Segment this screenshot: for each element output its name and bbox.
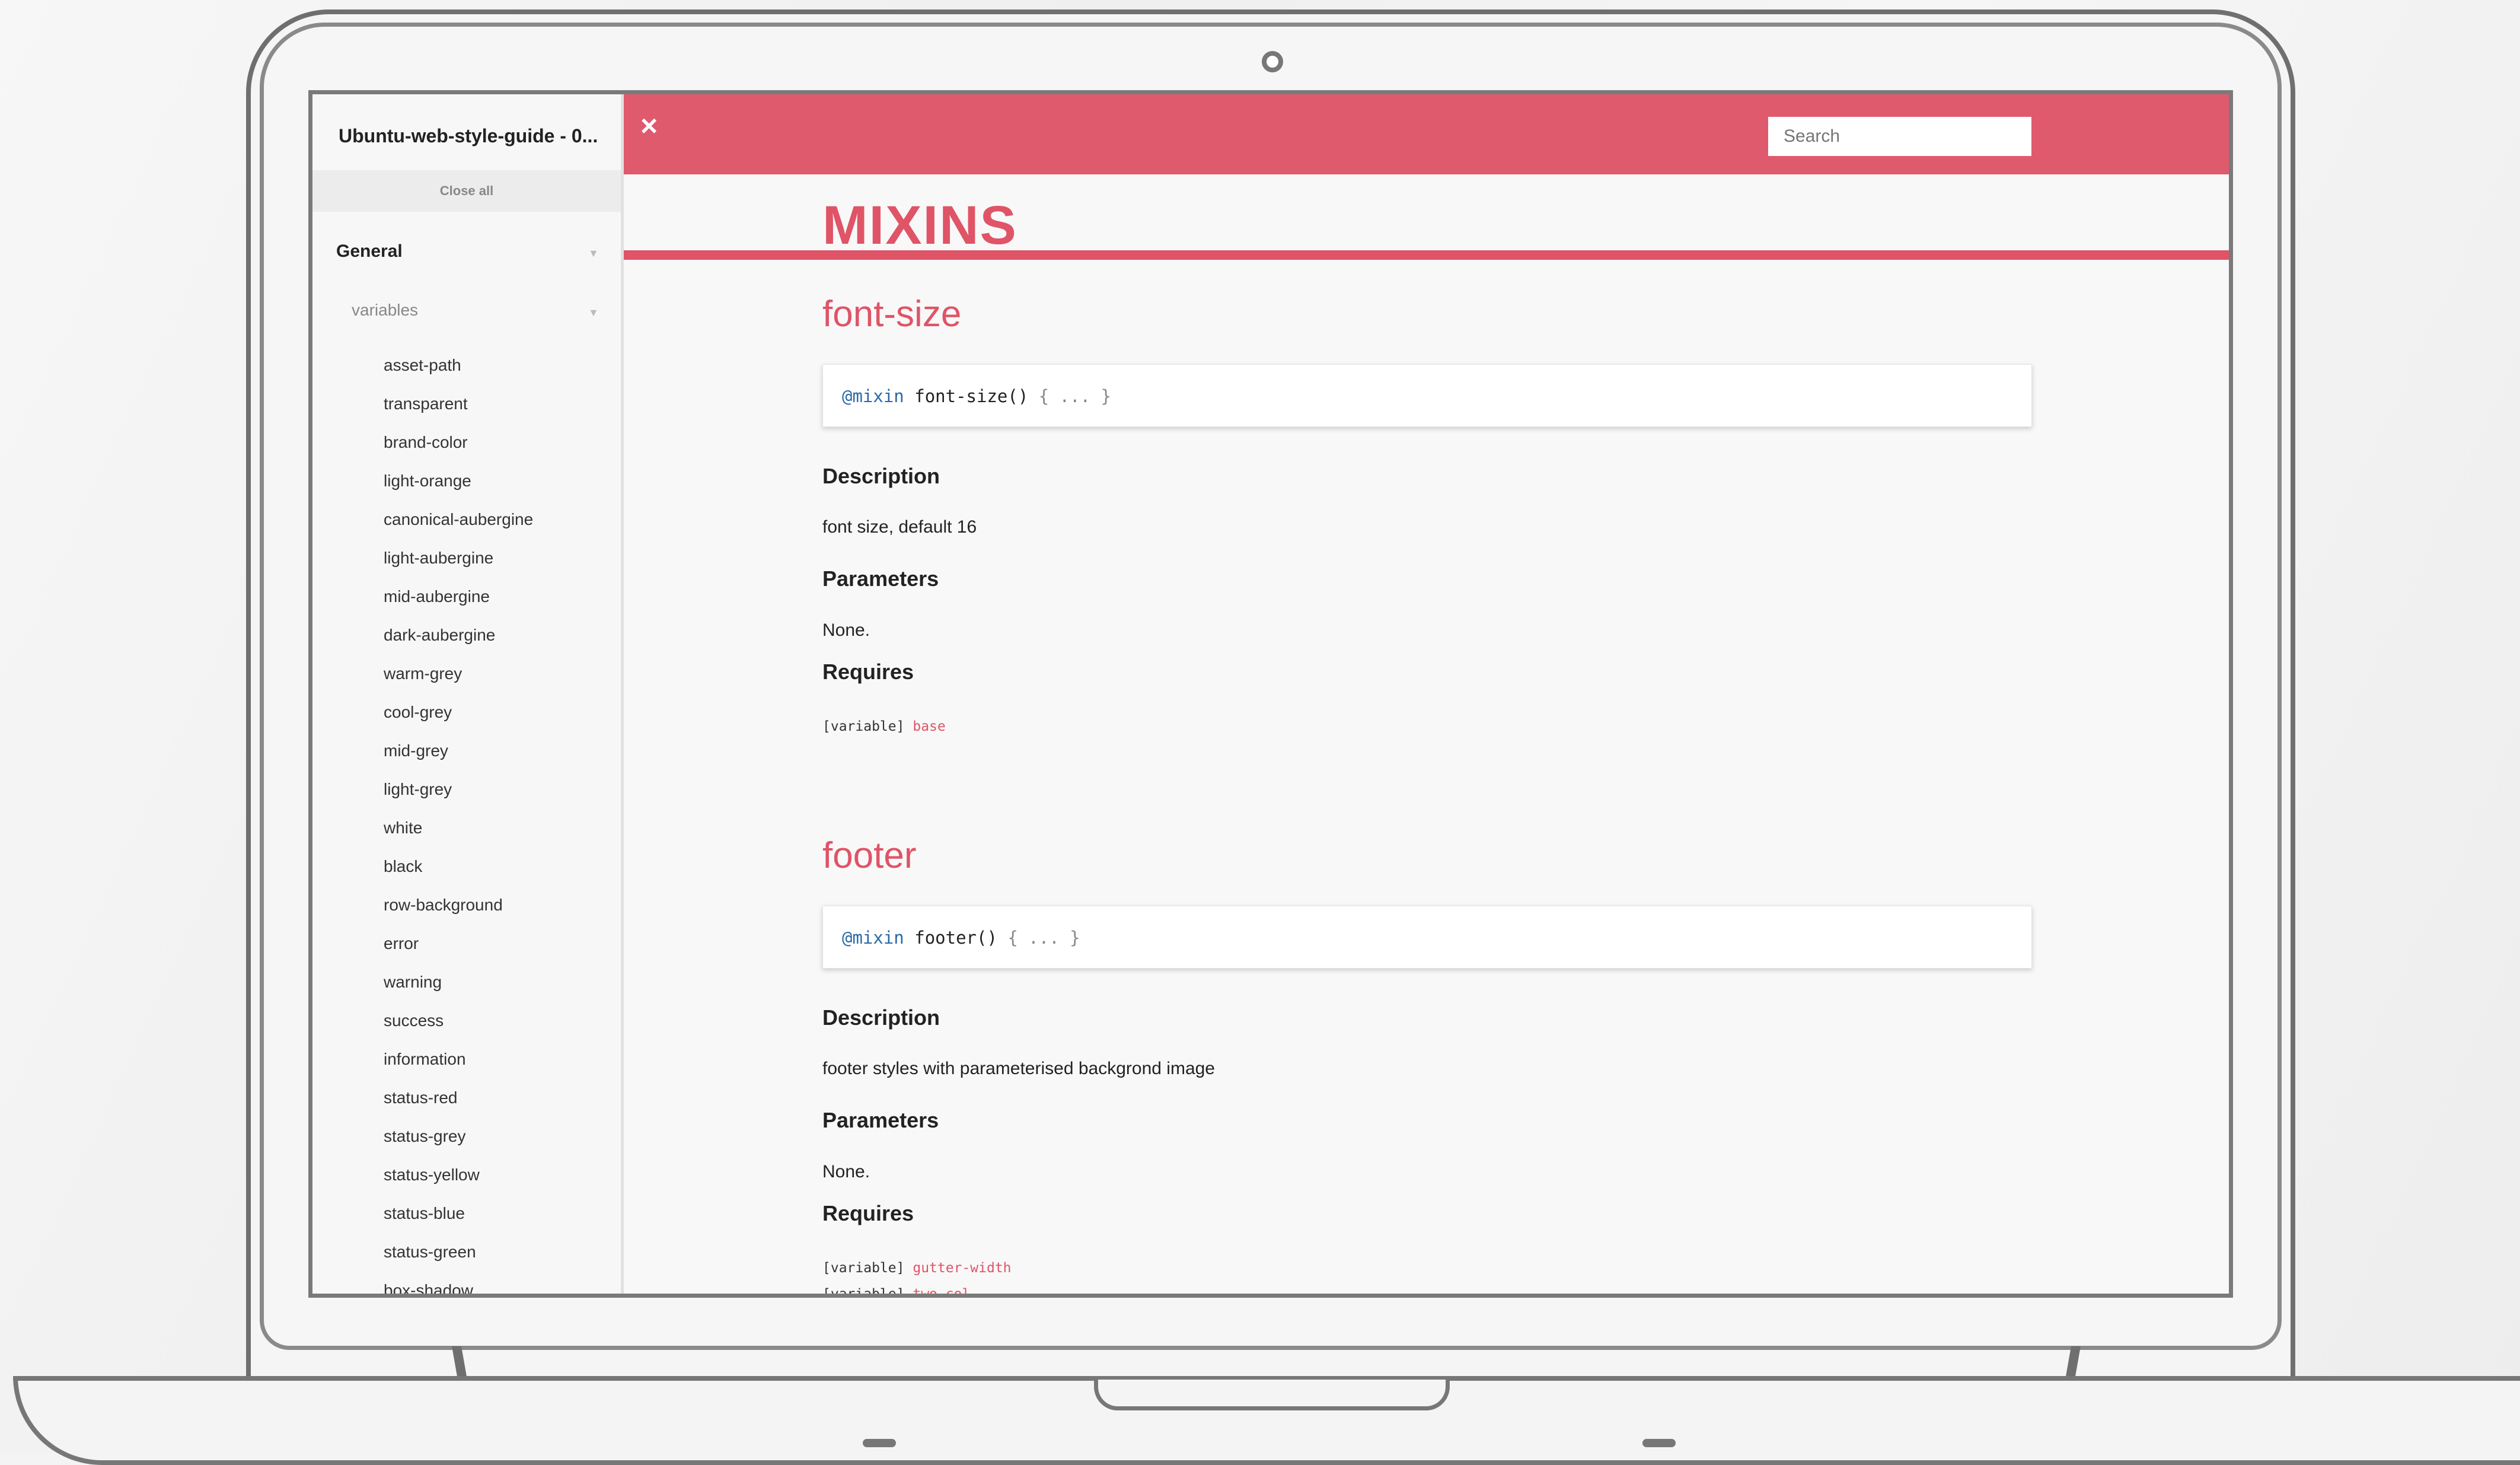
sidebar-item[interactable]: status-red	[384, 1089, 533, 1128]
code-body: { ... }	[1038, 386, 1111, 406]
laptop-foot-left	[863, 1439, 896, 1447]
mixin-title[interactable]: font-size	[822, 293, 961, 335]
sidebar-item[interactable]: canonical-aubergine	[384, 511, 533, 549]
description-heading: Description	[822, 1005, 940, 1030]
sidebar-item[interactable]: mid-grey	[384, 742, 533, 781]
code-block: @mixin footer() { ... }	[822, 906, 2032, 969]
code-signature: font-size()	[914, 386, 1029, 406]
requires-link[interactable]: two-col	[913, 1286, 970, 1294]
requires-type: [variable]	[822, 719, 905, 734]
requires-item: [variable] base	[822, 719, 946, 734]
laptop-foot-right	[1642, 1439, 1676, 1447]
sidebar-variable-list: asset-path transparent brand-color light…	[384, 356, 533, 1294]
sidebar-item[interactable]: light-grey	[384, 781, 533, 819]
screen: Ubuntu-web-style-guide - 0... Close all …	[308, 90, 2233, 1298]
top-bar: ×	[624, 94, 2229, 174]
sidebar-item[interactable]: brand-color	[384, 434, 533, 472]
sidebar: Ubuntu-web-style-guide - 0... Close all …	[312, 94, 624, 1294]
sidebar-subgroup-variables[interactable]: variables	[352, 301, 418, 320]
sidebar-item[interactable]: box-shadow	[384, 1282, 533, 1294]
sidebar-item[interactable]: cool-grey	[384, 703, 533, 742]
title-divider	[624, 250, 2229, 260]
requires-item: [variable] gutter-width	[822, 1260, 1012, 1276]
requires-link[interactable]: gutter-width	[913, 1260, 1011, 1276]
requires-type: [variable]	[822, 1286, 905, 1298]
sidebar-item[interactable]: status-green	[384, 1243, 533, 1282]
sidebar-item[interactable]: error	[384, 935, 533, 973]
code-block: @mixin font-size() { ... }	[822, 364, 2032, 427]
sidebar-item[interactable]: warm-grey	[384, 665, 533, 703]
sidebar-item[interactable]: status-grey	[384, 1128, 533, 1166]
camera-icon	[1262, 51, 1283, 72]
sidebar-item[interactable]: warning	[384, 973, 533, 1012]
code-signature: footer()	[914, 928, 997, 948]
description-text: footer styles with parameterised backgro…	[822, 1059, 1215, 1078]
page-title: MIXINS	[822, 198, 1017, 248]
requires-item: [variable] two-col	[822, 1286, 970, 1298]
parameters-heading: Parameters	[822, 566, 939, 591]
close-all-button[interactable]: Close all	[312, 170, 621, 212]
sidebar-item[interactable]: light-orange	[384, 472, 533, 511]
requires-type: [variable]	[822, 1260, 905, 1276]
sidebar-item[interactable]: light-aubergine	[384, 549, 533, 588]
search-input[interactable]	[1768, 117, 2031, 156]
parameters-text: None.	[822, 1162, 870, 1181]
main-content: MIXINS font-size @mixin font-size() { ..…	[624, 174, 2229, 1298]
requires-heading: Requires	[822, 1201, 914, 1225]
sidebar-item[interactable]: success	[384, 1012, 533, 1050]
code-keyword: @mixin	[842, 928, 904, 948]
description-heading: Description	[822, 464, 940, 488]
close-icon[interactable]: ×	[640, 109, 658, 143]
chevron-down-icon[interactable]: ▼	[588, 307, 599, 319]
parameters-heading: Parameters	[822, 1108, 939, 1132]
sidebar-item[interactable]: black	[384, 858, 533, 896]
code-keyword: @mixin	[842, 386, 904, 406]
sidebar-item[interactable]: mid-aubergine	[384, 588, 533, 626]
sidebar-item[interactable]: asset-path	[384, 356, 533, 395]
chevron-down-icon[interactable]: ▼	[588, 247, 599, 260]
sidebar-item[interactable]: white	[384, 819, 533, 858]
laptop-notch	[1094, 1380, 1450, 1410]
mixin-title[interactable]: footer	[822, 835, 917, 877]
requires-heading: Requires	[822, 660, 914, 684]
sidebar-group-general[interactable]: General	[336, 241, 403, 262]
sidebar-item[interactable]: status-blue	[384, 1205, 533, 1243]
code-body: { ... }	[1007, 928, 1080, 948]
parameters-text: None.	[822, 620, 870, 640]
sidebar-item[interactable]: information	[384, 1050, 533, 1089]
requires-link[interactable]: base	[913, 719, 945, 734]
sidebar-title: Ubuntu-web-style-guide - 0...	[339, 125, 598, 146]
sidebar-item[interactable]: row-background	[384, 896, 533, 935]
sidebar-item[interactable]: transparent	[384, 395, 533, 434]
sidebar-item[interactable]: status-yellow	[384, 1166, 533, 1205]
description-text: font size, default 16	[822, 517, 977, 537]
sidebar-item[interactable]: dark-aubergine	[384, 626, 533, 665]
